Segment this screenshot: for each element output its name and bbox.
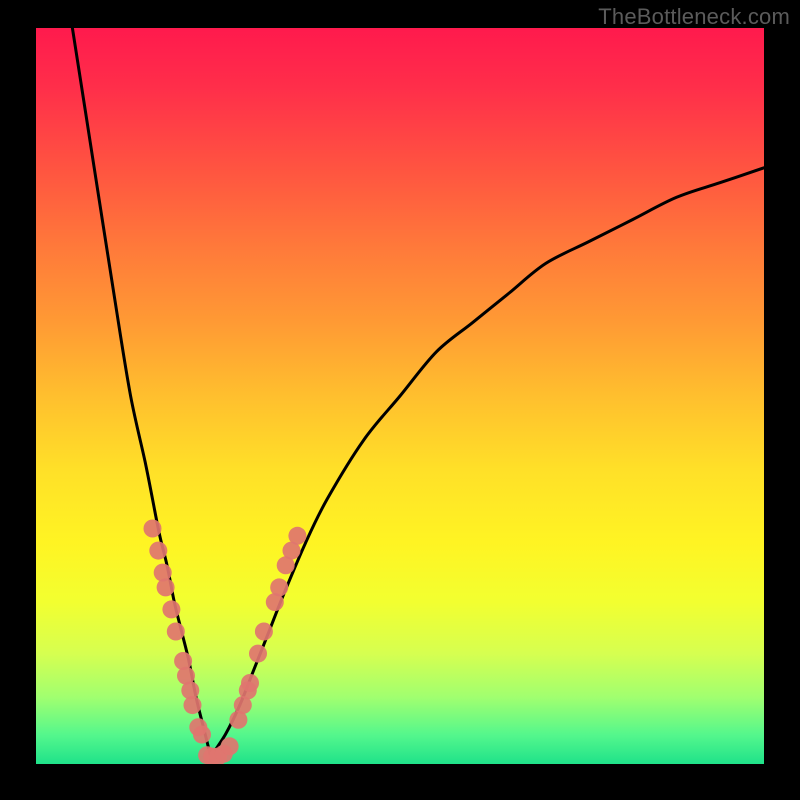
marker-dot	[221, 737, 239, 755]
plot-area	[36, 28, 764, 764]
chart-svg	[36, 28, 764, 764]
marker-dot	[255, 623, 273, 641]
marker-dot	[241, 674, 259, 692]
chart-frame: TheBottleneck.com	[0, 0, 800, 800]
bottleneck-curve	[72, 28, 764, 757]
marker-dot	[249, 645, 267, 663]
marker-dot	[144, 520, 162, 538]
curve-left-branch	[72, 28, 210, 757]
curve-right-branch	[211, 168, 764, 757]
marker-dot	[162, 600, 180, 618]
watermark-label: TheBottleneck.com	[598, 4, 790, 30]
marker-dot	[167, 623, 185, 641]
marker-dot	[149, 542, 167, 560]
marker-dot	[157, 578, 175, 596]
marker-dot	[270, 578, 288, 596]
marker-dot	[193, 726, 211, 744]
data-markers	[144, 520, 307, 765]
marker-dot	[288, 527, 306, 545]
marker-dot	[184, 696, 202, 714]
